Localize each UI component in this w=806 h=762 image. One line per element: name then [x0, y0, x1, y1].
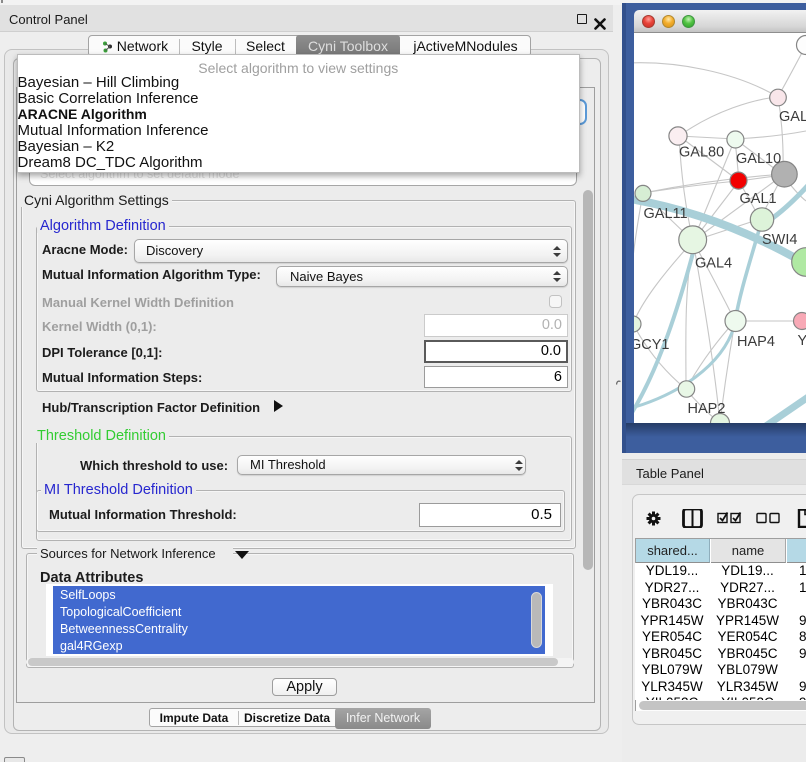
svg-text:GAL80: GAL80	[679, 145, 724, 161]
svg-text:GAL1: GAL1	[740, 191, 777, 207]
svg-text:HAP4: HAP4	[737, 334, 775, 350]
svg-text:GAL8: GAL8	[779, 109, 806, 125]
svg-text:SWI4: SWI4	[762, 232, 797, 248]
svg-text:GAL4: GAL4	[695, 256, 732, 272]
svg-text:GAL10: GAL10	[736, 151, 781, 167]
svg-text:GCY1: GCY1	[634, 337, 670, 353]
svg-text:Y: Y	[798, 333, 806, 349]
svg-text:GAL11: GAL11	[644, 206, 688, 222]
svg-text:HAP2: HAP2	[688, 401, 726, 417]
